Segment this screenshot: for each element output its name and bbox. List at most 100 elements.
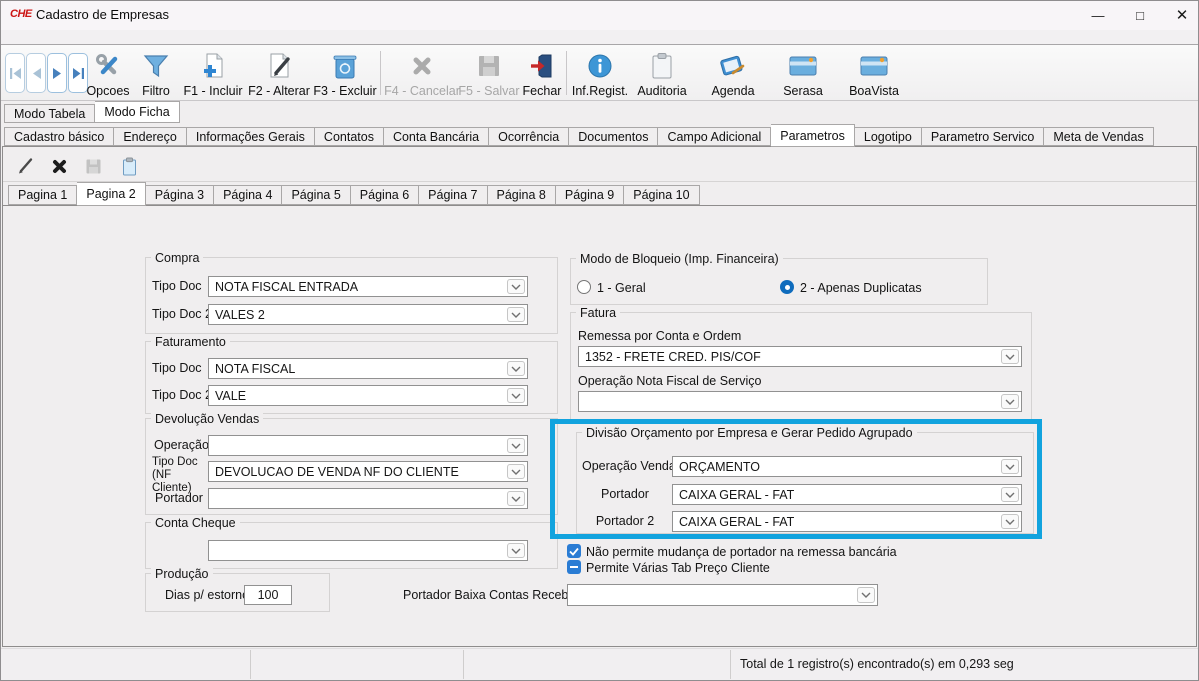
chevron-down-icon[interactable] xyxy=(507,307,525,322)
tab-modo-ficha[interactable]: Modo Ficha xyxy=(95,101,179,123)
group-title: Conta Cheque xyxy=(151,516,240,530)
radio-geral[interactable] xyxy=(577,280,591,294)
group-title: Faturamento xyxy=(151,335,230,349)
checkbox-nao-permite-mudanca[interactable] xyxy=(567,544,581,558)
button-label: Fechar xyxy=(523,85,562,98)
cancel-x-icon[interactable] xyxy=(48,155,70,177)
compra-tipo-doc2-select[interactable]: VALES 2 xyxy=(208,304,528,325)
tab-pagina-3[interactable]: Página 3 xyxy=(146,185,214,205)
tab-cadastro-basico[interactable]: Cadastro básico xyxy=(4,127,114,146)
portador-baixa-select[interactable] xyxy=(567,584,878,606)
tab-campo-adicional[interactable]: Campo Adicional xyxy=(658,127,771,146)
tab-documentos[interactable]: Documentos xyxy=(569,127,658,146)
status-bar-divider xyxy=(463,650,464,679)
status-bar xyxy=(0,648,1199,681)
f5-salvar-button: F5 - Salvar xyxy=(458,50,520,97)
field-label: Operação xyxy=(154,438,209,452)
tab-parametro-servico[interactable]: Parametro Servico xyxy=(922,127,1045,146)
field-label: Tipo Doc 2 xyxy=(152,307,212,321)
tab-contatos[interactable]: Contatos xyxy=(315,127,384,146)
chevron-down-icon[interactable] xyxy=(507,491,525,506)
chevron-down-icon[interactable] xyxy=(507,464,525,479)
button-label: BoaVista xyxy=(849,85,899,98)
opcoes-button[interactable]: Opcoes xyxy=(84,50,132,97)
tab-pagina-2[interactable]: Pagina 2 xyxy=(77,182,145,206)
checkbox-permite-varias-tab[interactable] xyxy=(567,560,581,574)
info-icon xyxy=(587,50,613,81)
chevron-down-icon[interactable] xyxy=(1001,394,1019,409)
chevron-down-icon[interactable] xyxy=(507,543,525,558)
faturamento-tipo-doc2-select[interactable]: VALE xyxy=(208,385,528,406)
tab-informacoes-gerais[interactable]: Informações Gerais xyxy=(187,127,315,146)
f1-incluir-button[interactable]: F1 - Incluir xyxy=(182,50,244,97)
conta-cheque-select[interactable] xyxy=(208,540,528,561)
radio-label[interactable]: 2 - Apenas Duplicatas xyxy=(800,281,922,295)
f3-excluir-button[interactable]: F3 - Excluir xyxy=(314,50,376,97)
paste-clipboard-icon[interactable] xyxy=(118,155,140,177)
tab-pagina-4[interactable]: Página 4 xyxy=(214,185,282,205)
checkbox-label[interactable]: Não permite mudança de portador na remes… xyxy=(586,545,897,559)
devolucao-tipo-doc-nf-select[interactable]: DEVOLUCAO DE VENDA NF DO CLIENTE xyxy=(208,461,528,482)
remessa-conta-ordem-select[interactable]: 1352 - FRETE CRED. PIS/COF xyxy=(578,346,1022,367)
chevron-down-icon[interactable] xyxy=(507,279,525,294)
button-label: Serasa xyxy=(783,85,823,98)
toolbar-separator xyxy=(566,51,567,95)
field-label: Tipo Doc xyxy=(152,361,202,375)
filtro-button[interactable]: Filtro xyxy=(134,50,178,97)
button-label: F2 - Alterar xyxy=(248,85,310,98)
dias-estorno-input[interactable] xyxy=(244,585,292,605)
tab-pagina-10[interactable]: Página 10 xyxy=(624,185,699,205)
inf-regist-button[interactable]: Inf.Regist. xyxy=(572,50,628,97)
chevron-down-icon[interactable] xyxy=(857,587,875,603)
tab-pagina-1[interactable]: Pagina 1 xyxy=(8,185,77,205)
tab-endereco[interactable]: Endereço xyxy=(114,127,187,146)
agenda-button[interactable]: Agenda xyxy=(700,50,766,97)
page-tabs-divider xyxy=(3,205,1196,206)
edit-pencil-icon[interactable] xyxy=(14,155,36,177)
compra-tipo-doc-select[interactable]: NOTA FISCAL ENTRADA xyxy=(208,276,528,297)
nav-next-button[interactable] xyxy=(47,53,67,93)
tab-pagina-7[interactable]: Página 7 xyxy=(419,185,487,205)
tab-meta-de-vendas[interactable]: Meta de Vendas xyxy=(1044,127,1153,146)
tab-pagina-5[interactable]: Página 5 xyxy=(282,185,350,205)
tab-pagina-6[interactable]: Página 6 xyxy=(351,185,419,205)
nav-first-button[interactable] xyxy=(5,53,25,93)
tab-pagina-9[interactable]: Página 9 xyxy=(556,185,624,205)
toolbar-separator xyxy=(380,51,381,95)
nav-previous-button[interactable] xyxy=(26,53,46,93)
chevron-down-icon[interactable] xyxy=(1001,349,1019,364)
chevron-down-icon[interactable] xyxy=(507,361,525,376)
tab-parametros[interactable]: Parametros xyxy=(771,124,855,147)
faturamento-tipo-doc-select[interactable]: NOTA FISCAL xyxy=(208,358,528,379)
field-label: Operação Nota Fiscal de Serviço xyxy=(578,374,761,388)
tab-modo-tabela[interactable]: Modo Tabela xyxy=(4,104,95,123)
save-disk-icon xyxy=(477,50,501,81)
f2-alterar-button[interactable]: F2 - Alterar xyxy=(246,50,312,97)
fechar-button[interactable]: Fechar xyxy=(520,50,564,97)
devolucao-portador-select[interactable] xyxy=(208,488,528,509)
serasa-button[interactable]: Serasa xyxy=(772,50,834,97)
auditoria-button[interactable]: Auditoria xyxy=(632,50,692,97)
radio-apenas-duplicatas[interactable] xyxy=(780,280,794,294)
radio-label[interactable]: 1 - Geral xyxy=(597,281,646,295)
tools-icon xyxy=(94,50,122,81)
button-label: F5 - Salvar xyxy=(458,85,519,98)
status-bar-divider xyxy=(730,650,731,679)
tab-conta-bancaria[interactable]: Conta Bancária xyxy=(384,127,489,146)
button-label: F4 - Cancelar xyxy=(384,85,460,98)
trash-icon xyxy=(332,50,358,81)
checkbox-label[interactable]: Permite Várias Tab Preço Cliente xyxy=(586,561,770,575)
tab-pagina-8[interactable]: Página 8 xyxy=(488,185,556,205)
operacao-nfs-select[interactable] xyxy=(578,391,1022,412)
boavista-button[interactable]: BoaVista xyxy=(840,50,908,97)
chevron-down-icon[interactable] xyxy=(507,388,525,403)
previous-record-icon xyxy=(31,67,42,80)
close-button[interactable]: ✕ xyxy=(1167,0,1197,30)
minimize-button[interactable]: — xyxy=(1083,0,1113,30)
maximize-button[interactable]: □ xyxy=(1125,0,1155,30)
tab-logotipo[interactable]: Logotipo xyxy=(855,127,922,146)
devolucao-operacao-select[interactable] xyxy=(208,435,528,456)
chevron-down-icon[interactable] xyxy=(507,438,525,453)
clipboard-icon xyxy=(649,50,675,81)
tab-ocorrencia[interactable]: Ocorrência xyxy=(489,127,569,146)
